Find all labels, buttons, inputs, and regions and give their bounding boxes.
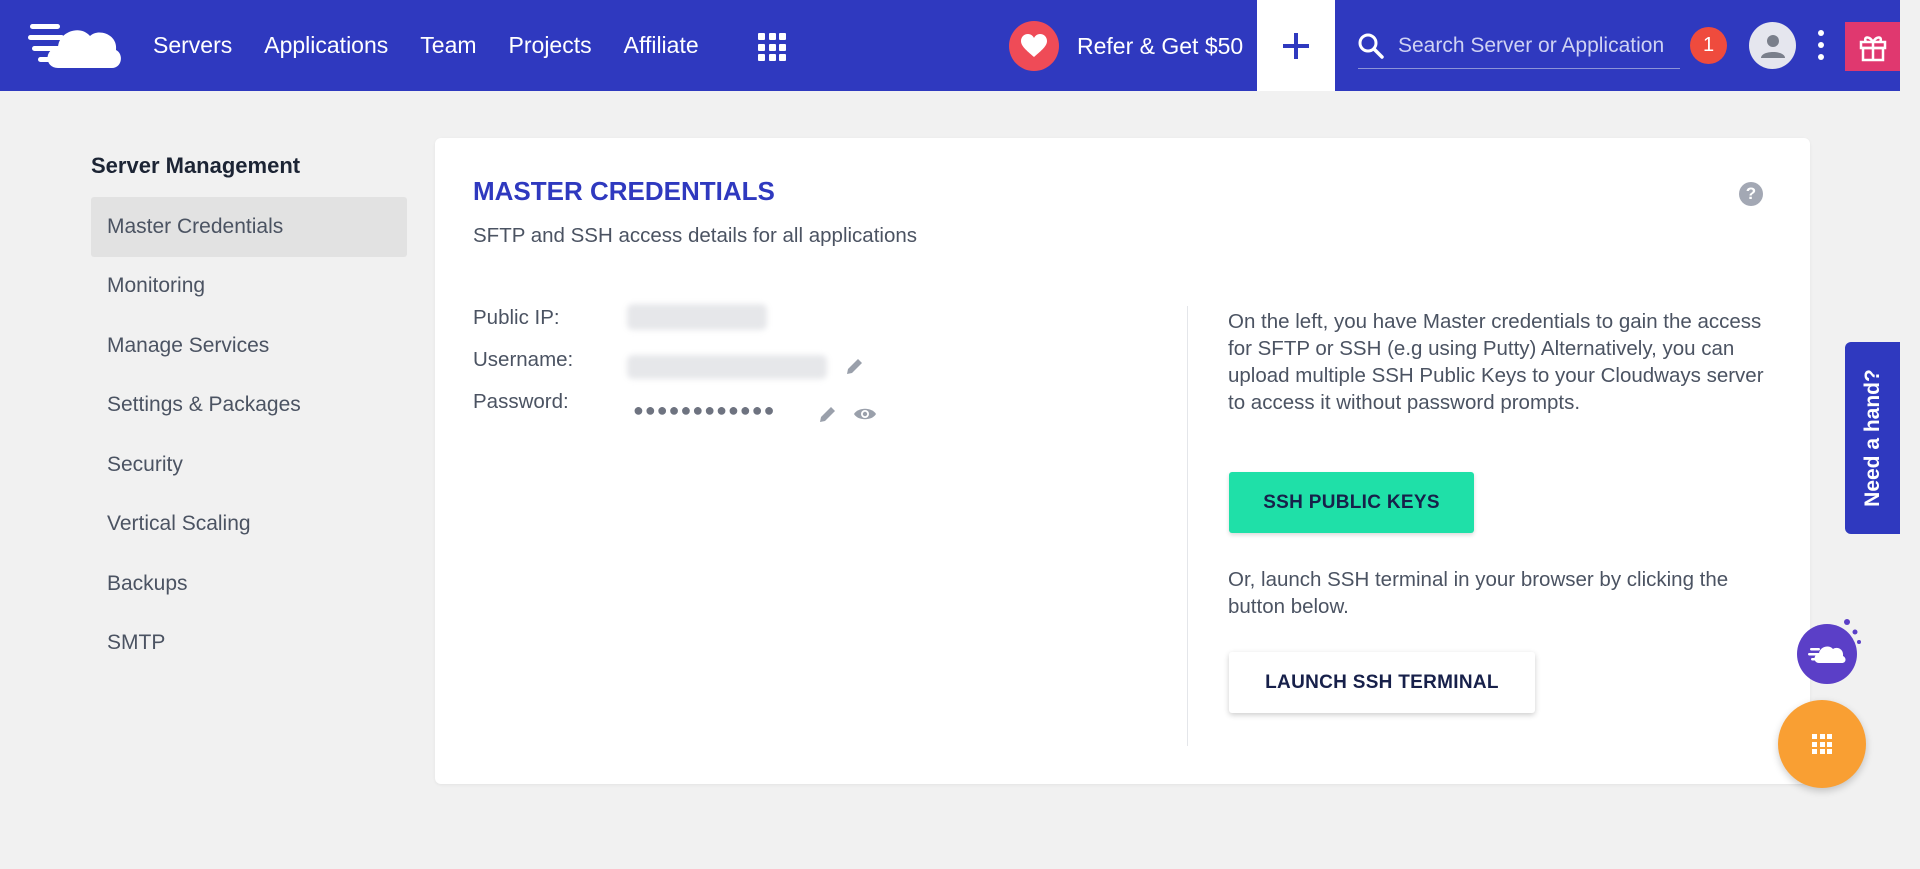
heart-icon bbox=[1009, 21, 1059, 71]
username-label: Username: bbox=[473, 348, 574, 371]
search-box bbox=[1358, 24, 1680, 69]
show-password-eye-icon[interactable] bbox=[853, 406, 877, 422]
sidebar-item-backups[interactable]: Backups bbox=[91, 554, 407, 614]
password-label: Password: bbox=[473, 390, 569, 413]
user-avatar[interactable] bbox=[1749, 22, 1796, 69]
gift-button[interactable] bbox=[1845, 22, 1900, 71]
add-new-button[interactable] bbox=[1257, 0, 1335, 91]
search-input[interactable] bbox=[1398, 34, 1678, 58]
ssh-public-keys-button[interactable]: SSH PUBLIC KEYS bbox=[1229, 472, 1474, 533]
sidebar-item-smtp[interactable]: SMTP bbox=[91, 614, 407, 674]
sidebar-item-security[interactable]: Security bbox=[91, 435, 407, 495]
refer-label: Refer & Get $50 bbox=[1077, 32, 1244, 59]
username-value[interactable] bbox=[627, 355, 827, 379]
plus-icon bbox=[1283, 32, 1309, 59]
user-icon bbox=[1760, 34, 1785, 58]
nav-projects[interactable]: Projects bbox=[509, 32, 592, 59]
sidebar-item-monitoring[interactable]: Monitoring bbox=[91, 257, 407, 317]
password-value: ●●●●●●●●●●●● bbox=[633, 400, 776, 420]
sidebar-item-master-credentials[interactable]: Master Credentials bbox=[91, 197, 407, 257]
public-ip-label: Public IP: bbox=[473, 306, 560, 329]
terminal-info-text: Or, launch SSH terminal in your browser … bbox=[1228, 568, 1729, 618]
edit-username-icon[interactable] bbox=[845, 356, 865, 376]
main-nav: Servers Applications Team Projects Affil… bbox=[153, 0, 731, 91]
nav-servers[interactable]: Servers bbox=[153, 32, 232, 59]
cloudbot-icon[interactable] bbox=[1797, 618, 1863, 684]
top-navbar: Servers Applications Team Projects Affil… bbox=[0, 0, 1900, 91]
need-a-hand-label: Need a hand? bbox=[1860, 369, 1884, 507]
gift-icon bbox=[1859, 35, 1886, 61]
floating-apps-button[interactable] bbox=[1778, 700, 1866, 788]
nav-team[interactable]: Team bbox=[420, 32, 476, 59]
card-title: MASTER CREDENTIALS bbox=[473, 176, 775, 206]
credentials-info-text: On the left, you have Master credentials… bbox=[1228, 310, 1764, 414]
grid-icon bbox=[1812, 734, 1832, 754]
edit-password-icon[interactable] bbox=[818, 404, 838, 424]
search-icon[interactable] bbox=[1358, 33, 1384, 59]
sidebar-item-manage-services[interactable]: Manage Services bbox=[91, 316, 407, 376]
need-a-hand-tab[interactable]: Need a hand? bbox=[1845, 342, 1900, 534]
cloudways-logo-icon[interactable] bbox=[28, 18, 124, 72]
sidebar-title: Server Management bbox=[91, 153, 301, 178]
public-ip-value[interactable] bbox=[627, 304, 767, 330]
sidebar-menu: Master Credentials Monitoring Manage Ser… bbox=[91, 197, 407, 673]
kebab-menu-icon[interactable] bbox=[1816, 30, 1826, 60]
master-credentials-card: MASTER CREDENTIALS SFTP and SSH access d… bbox=[435, 138, 1810, 784]
nav-applications[interactable]: Applications bbox=[264, 32, 388, 59]
notification-badge[interactable]: 1 bbox=[1690, 27, 1727, 64]
column-divider bbox=[1187, 306, 1188, 746]
sidebar-item-vertical-scaling[interactable]: Vertical Scaling bbox=[91, 495, 407, 555]
apps-grid-icon[interactable] bbox=[758, 33, 786, 61]
sidebar-item-settings-packages[interactable]: Settings & Packages bbox=[91, 376, 407, 436]
card-subtitle: SFTP and SSH access details for all appl… bbox=[473, 224, 918, 247]
nav-affiliate[interactable]: Affiliate bbox=[624, 32, 699, 59]
refer-button[interactable]: Refer & Get $50 bbox=[1009, 21, 1243, 71]
help-icon[interactable]: ? bbox=[1739, 182, 1763, 206]
launch-ssh-terminal-button[interactable]: LAUNCH SSH TERMINAL bbox=[1229, 652, 1535, 713]
